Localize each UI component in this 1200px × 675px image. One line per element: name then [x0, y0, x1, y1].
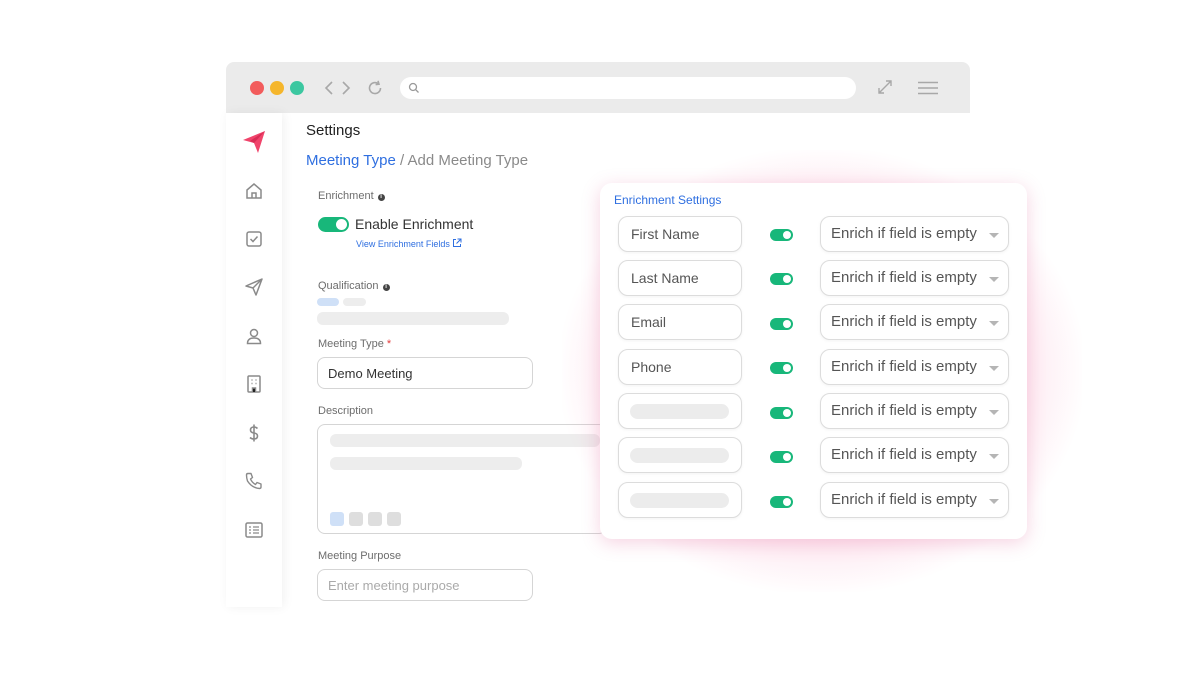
field-toggle[interactable]	[770, 451, 793, 463]
browser-titlebar	[226, 62, 970, 113]
info-icon: i	[377, 194, 385, 201]
meeting-type-input[interactable]: Demo Meeting	[317, 357, 533, 389]
field-last-name: Last Name	[618, 260, 742, 296]
field-placeholder-bar	[630, 493, 729, 508]
enrich-rule-select[interactable]: Enrich if field is empty	[820, 349, 1009, 385]
checkbox-icon[interactable]	[243, 228, 265, 250]
expand-icon[interactable]	[876, 78, 894, 96]
chevron-down-icon	[989, 366, 999, 371]
minimize-window-button[interactable]	[270, 81, 284, 95]
view-enrichment-fields-link[interactable]: View Enrichment Fields	[356, 238, 462, 249]
qualification-chip-selected[interactable]	[317, 298, 339, 306]
enrich-rule-value: Enrich if field is empty	[831, 402, 977, 419]
chevron-down-icon	[989, 233, 999, 238]
reload-icon[interactable]	[366, 79, 384, 97]
building-icon[interactable]	[243, 373, 265, 395]
format-toolbar-button[interactable]	[330, 512, 344, 526]
info-icon: i	[382, 284, 390, 291]
enrichment-label-text: Enrichment	[318, 190, 374, 202]
enrich-rule-select[interactable]: Enrich if field is empty	[820, 482, 1009, 518]
menu-icon[interactable]	[917, 81, 939, 95]
enrichment-label: Enrichment i	[318, 190, 385, 202]
chevron-down-icon	[989, 499, 999, 504]
field-toggle[interactable]	[770, 229, 793, 241]
chevron-down-icon	[989, 454, 999, 459]
enable-enrichment-toggle[interactable]	[318, 217, 349, 232]
field-placeholder	[618, 393, 742, 429]
description-placeholder-line	[330, 434, 600, 447]
qualification-label-text: Qualification	[318, 280, 379, 292]
enrich-rule-value: Enrich if field is empty	[831, 225, 977, 242]
field-toggle[interactable]	[770, 273, 793, 285]
field-toggle[interactable]	[770, 496, 793, 508]
meeting-purpose-input[interactable]: Enter meeting purpose	[317, 569, 533, 601]
description-label: Description	[318, 405, 374, 417]
maximize-window-button[interactable]	[290, 81, 304, 95]
field-placeholder	[618, 482, 742, 518]
enrich-rule-value: Enrich if field is empty	[831, 491, 977, 508]
field-phone: Phone	[618, 349, 742, 385]
qualification-bar	[317, 312, 509, 325]
enrich-rule-value: Enrich if field is empty	[831, 358, 977, 375]
enrich-rule-select[interactable]: Enrich if field is empty	[820, 216, 1009, 252]
enrich-rule-value: Enrich if field is empty	[831, 446, 977, 463]
phone-icon[interactable]	[243, 470, 265, 492]
enrich-rule-select[interactable]: Enrich if field is empty	[820, 437, 1009, 473]
field-toggle[interactable]	[770, 362, 793, 374]
dollar-icon[interactable]	[243, 422, 265, 444]
field-toggle[interactable]	[770, 318, 793, 330]
url-bar[interactable]	[400, 77, 856, 99]
enrich-rule-select[interactable]: Enrich if field is empty	[820, 393, 1009, 429]
enrich-rule-value: Enrich if field is empty	[831, 269, 977, 286]
paper-plane-logo-icon[interactable]	[241, 129, 267, 155]
enrichment-settings-title: Enrichment Settings	[614, 193, 722, 207]
field-placeholder-bar	[630, 404, 729, 419]
chevron-down-icon	[989, 410, 999, 415]
user-icon[interactable]	[243, 325, 265, 347]
chevron-down-icon	[989, 277, 999, 282]
view-enrichment-fields-text: View Enrichment Fields	[356, 239, 450, 249]
field-email: Email	[618, 304, 742, 340]
send-icon[interactable]	[243, 276, 265, 298]
sidebar	[226, 113, 282, 607]
field-toggle[interactable]	[770, 407, 793, 419]
format-toolbar-button[interactable]	[349, 512, 363, 526]
format-toolbar-button[interactable]	[368, 512, 382, 526]
page-title: Settings	[306, 122, 361, 139]
qualification-label: Qualification i	[318, 280, 390, 292]
enrich-rule-select[interactable]: Enrich if field is empty	[820, 304, 1009, 340]
qualification-chip[interactable]	[343, 298, 366, 306]
list-icon[interactable]	[243, 519, 265, 541]
meeting-type-label: Meeting Type *	[318, 338, 391, 350]
close-window-button[interactable]	[250, 81, 264, 95]
enrich-rule-value: Enrich if field is empty	[831, 313, 977, 330]
enrich-rule-select[interactable]: Enrich if field is empty	[820, 260, 1009, 296]
meeting-type-label-text: Meeting Type	[318, 338, 384, 350]
meeting-purpose-label: Meeting Purpose	[318, 550, 402, 562]
field-placeholder-bar	[630, 448, 729, 463]
home-icon[interactable]	[243, 180, 265, 202]
breadcrumb-current: Add Meeting Type	[407, 152, 529, 169]
back-icon[interactable]	[323, 80, 335, 96]
enable-enrichment-label: Enable Enrichment	[355, 216, 474, 232]
forward-icon[interactable]	[340, 80, 352, 96]
breadcrumb: Meeting Type / Add Meeting Type	[306, 152, 528, 169]
format-toolbar-button[interactable]	[387, 512, 401, 526]
search-icon	[408, 82, 419, 93]
enrichment-settings-panel: Enrichment Settings First Name Enrich if…	[600, 183, 1027, 539]
breadcrumb-separator: /	[395, 152, 408, 169]
description-placeholder-line	[330, 457, 522, 470]
field-first-name: First Name	[618, 216, 742, 252]
external-link-icon	[452, 238, 462, 247]
chevron-down-icon	[989, 321, 999, 326]
breadcrumb-meeting-type-link[interactable]: Meeting Type	[306, 152, 396, 169]
required-mark: *	[386, 338, 392, 350]
field-placeholder	[618, 437, 742, 473]
